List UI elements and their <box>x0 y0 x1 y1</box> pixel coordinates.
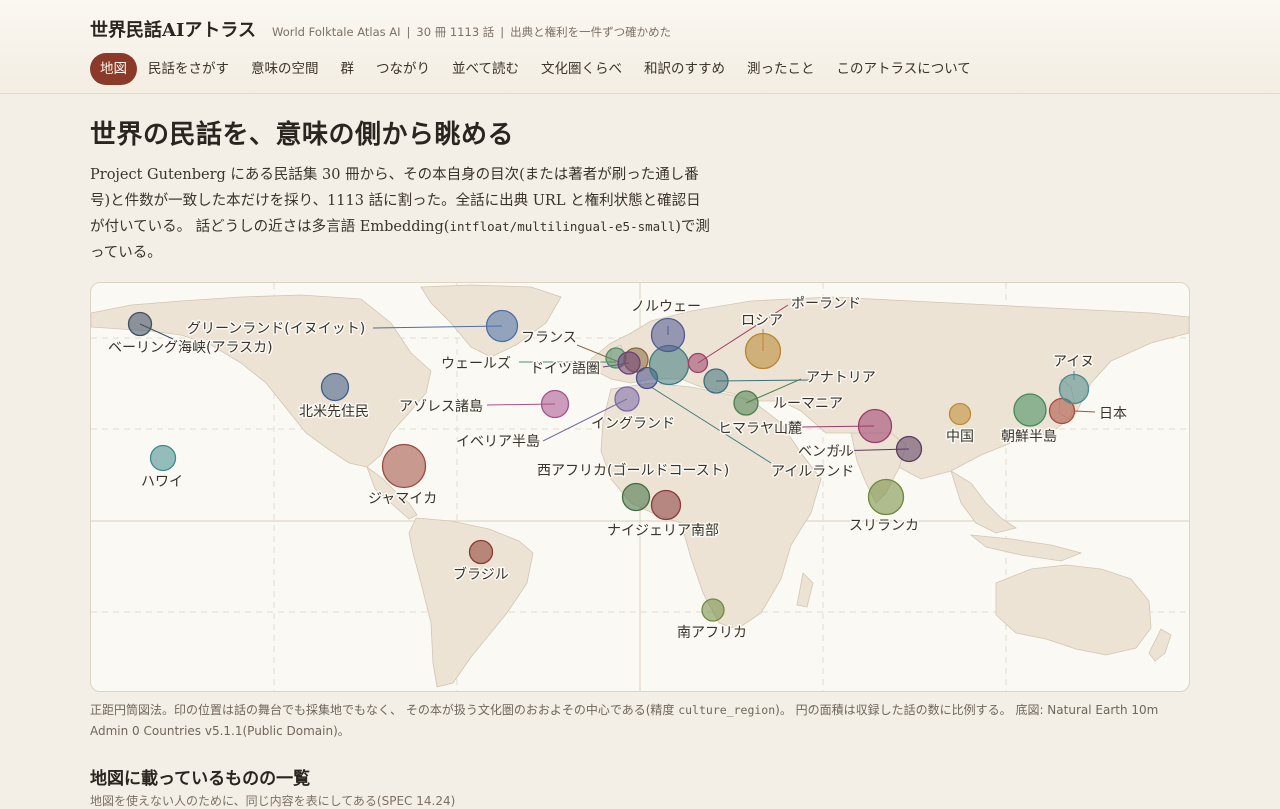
marker-romania[interactable] <box>733 390 759 416</box>
marker-poland[interactable] <box>687 352 709 374</box>
marker-greenland-inuit[interactable] <box>485 309 519 343</box>
subtitle-count: 30 冊 1113 話 <box>416 25 495 39</box>
marker-norway[interactable] <box>650 317 686 353</box>
land-southeast-asia <box>950 470 1017 534</box>
label-france: フランス <box>521 330 577 346</box>
label-west-africa: 西アフリカ(ゴールドコースト) <box>537 462 729 479</box>
label-bering-strait: ベーリング海峡(アラスカ) <box>108 340 273 356</box>
marker-bering-strait[interactable] <box>127 311 153 337</box>
marker-russia[interactable] <box>744 332 782 370</box>
land-new-zealand <box>1148 628 1172 662</box>
site-subtitle: World Folktale Atlas AI | 30 冊 1113 話 | 出典と権… <box>272 24 671 40</box>
label-england: イングランド <box>591 416 675 432</box>
label-korea: 朝鮮半島 <box>1001 429 1057 445</box>
page-title: 世界の民話を、意味の側から眺める <box>90 120 515 150</box>
nav-map[interactable]: 地図 <box>90 53 137 85</box>
site-title[interactable]: 世界民話AIアトラス <box>90 16 256 42</box>
land-australia <box>995 564 1152 656</box>
brand-row: 世界民話AIアトラス World Folktale Atlas AI | 30 冊 … <box>90 16 671 42</box>
model-name: intfloat/multilingual-e5-small <box>449 219 676 234</box>
marker-himalaya[interactable] <box>857 408 893 444</box>
marker-south-africa[interactable] <box>701 598 725 622</box>
subtitle-separator: | <box>406 25 411 39</box>
label-anatolia: アナトリア <box>806 370 876 386</box>
label-poland: ポーランド <box>791 296 861 312</box>
marker-korea[interactable] <box>1013 393 1047 427</box>
marker-azores[interactable] <box>540 389 570 419</box>
marker-ainu[interactable] <box>1058 373 1090 405</box>
nav-about[interactable]: このアトラスについて <box>825 53 981 85</box>
label-southern-nigeria: ナイジェリア南部 <box>607 523 719 539</box>
marker-china[interactable] <box>948 402 972 426</box>
marker-west-africa[interactable] <box>621 482 651 512</box>
label-japan: 日本 <box>1099 406 1127 422</box>
label-china: 中国 <box>946 429 974 445</box>
land-south-america <box>408 517 534 688</box>
marker-anatolia[interactable] <box>703 368 729 394</box>
label-norway: ノルウェー <box>631 299 701 315</box>
marker-brazil[interactable] <box>468 539 494 565</box>
land-madagascar <box>796 572 814 608</box>
label-bengal: ベンガル <box>798 444 854 460</box>
subtitle-separator: | <box>500 25 505 39</box>
caption-text: 正距円筒図法。印の位置は話の舞台でも採集地でもなく、 その本が扱う文化圏のおおよ… <box>90 703 679 717</box>
subtitle-note: 出典と権利を一件ずつ確かめた <box>510 25 672 39</box>
label-ireland: アイルランド <box>771 464 854 480</box>
label-hawaii: ハワイ <box>141 474 183 490</box>
label-iberia: イベリア半島 <box>456 434 540 450</box>
marker-iberia[interactable] <box>614 386 640 412</box>
label-german-region: ドイツ語圏 <box>530 361 600 377</box>
main-nav: 地図 民話をさがす 意味の空間 群 つながり 並べて読む 文化圏くらべ 和訳のす… <box>90 53 982 85</box>
marker-jamaica[interactable] <box>381 443 427 489</box>
site-header: 世界民話AIアトラス World Folktale Atlas AI | 30 冊 … <box>0 0 1280 94</box>
nav-side-by-side[interactable]: 並べて読む <box>441 53 530 85</box>
marker-bengal[interactable] <box>895 435 923 463</box>
label-himalaya: ヒマラヤ山麓 <box>718 421 802 437</box>
caption-code: culture_region <box>678 703 776 717</box>
marker-sri-lanka[interactable] <box>867 478 905 516</box>
nav-culture-compare[interactable]: 文化圏くらべ <box>530 53 633 85</box>
label-sri-lanka: スリランカ <box>849 518 919 534</box>
nav-translation-recs[interactable]: 和訳のすすめ <box>633 53 736 85</box>
marker-north-american-native[interactable] <box>320 372 350 402</box>
nav-measurements[interactable]: 測ったこと <box>736 53 826 85</box>
nav-clusters[interactable]: 群 <box>330 53 366 85</box>
marker-list-subtitle: 地図を使えない人のために、同じ内容を表にしてある(SPEC 14.24) <box>90 794 456 808</box>
marker-southern-nigeria[interactable] <box>650 489 682 521</box>
subtitle-english: World Folktale Atlas AI <box>272 25 401 39</box>
nav-semantic-space[interactable]: 意味の空間 <box>240 53 330 85</box>
nav-search[interactable]: 民話をさがす <box>137 53 240 85</box>
label-jamaica: ジャマイカ <box>368 491 437 507</box>
world-map[interactable]: ベーリング海峡(アラスカ) グリーンランド(イヌイット) 北米先住民 ハワイ ジ… <box>90 282 1190 692</box>
nav-connections[interactable]: つながり <box>365 53 441 85</box>
marker-list-heading: 地図に載っているものの一覧 <box>90 769 311 789</box>
label-south-africa: 南アフリカ <box>677 625 747 641</box>
intro-paragraph: Project Gutenberg にある民話集 30 冊から、その本自身の目次… <box>90 162 710 266</box>
label-greenland-inuit: グリーンランド(イヌイット) <box>187 321 365 337</box>
label-romania: ルーマニア <box>773 396 843 412</box>
map-caption: 正距円筒図法。印の位置は話の舞台でも採集地でもなく、 その本が扱う文化圏のおおよ… <box>90 700 1190 742</box>
label-wales: ウェールズ <box>441 356 511 372</box>
world-map-svg[interactable]: ベーリング海峡(アラスカ) グリーンランド(イヌイット) 北米先住民 ハワイ ジ… <box>91 283 1189 691</box>
marker-german-region[interactable] <box>617 351 641 375</box>
label-north-american-native: 北米先住民 <box>299 404 369 420</box>
label-brazil: ブラジル <box>453 566 509 583</box>
label-ainu: アイヌ <box>1053 354 1094 370</box>
label-russia: ロシア <box>741 313 783 329</box>
marker-hawaii[interactable] <box>149 444 177 472</box>
label-azores: アゾレス諸島 <box>399 399 483 415</box>
land-indonesia <box>969 534 1083 562</box>
